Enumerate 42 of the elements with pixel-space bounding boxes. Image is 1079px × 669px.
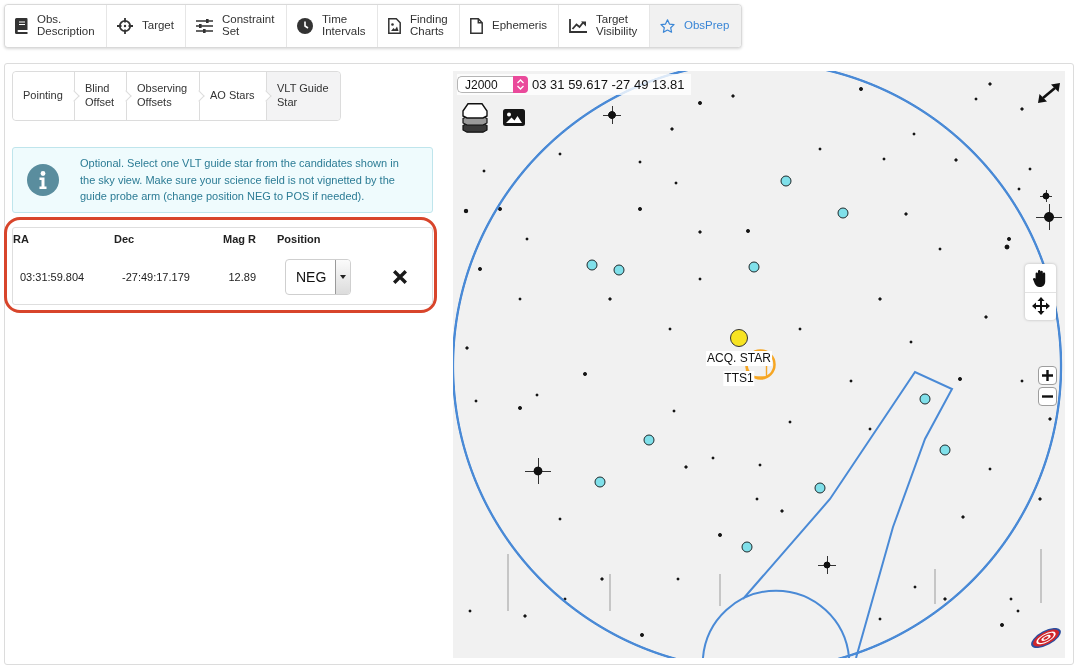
clock-icon bbox=[297, 18, 313, 34]
delete-button[interactable] bbox=[392, 269, 408, 285]
star-label: TTS1 bbox=[723, 371, 755, 386]
table-cell: 12.89 bbox=[228, 271, 256, 283]
coordinates-text: 03 31 59.617 -27 49 13.81 bbox=[532, 77, 685, 92]
tab[interactable]: Target Visibility bbox=[559, 5, 650, 47]
info-icon bbox=[27, 164, 59, 196]
tab[interactable]: Target bbox=[107, 5, 186, 47]
hand-icon bbox=[1033, 268, 1048, 287]
column-header: Mag R bbox=[223, 233, 256, 245]
column-header: Dec bbox=[114, 233, 135, 245]
star-label: ACQ. STAR bbox=[706, 351, 772, 366]
table-cell: -27:49:17.179 bbox=[122, 271, 190, 283]
tab[interactable]: Finding Charts bbox=[378, 5, 460, 47]
info-text: Optional. Select one VLT guide star from the candidates shown in the sky view. Make sure your science field is not vignetted by the guide probe arm (change position NEG to POS if needed). bbox=[80, 156, 400, 205]
move-icon bbox=[1031, 297, 1050, 316]
column-header: Position bbox=[277, 233, 321, 245]
close-icon bbox=[392, 269, 408, 285]
tab[interactable]: Obs. Description bbox=[5, 5, 107, 47]
tab[interactable]: Time Intervals bbox=[287, 5, 378, 47]
tab[interactable]: Constraint Set bbox=[186, 5, 287, 47]
plus-icon bbox=[1042, 370, 1053, 381]
image-icon[interactable] bbox=[503, 109, 525, 126]
crosshair-icon bbox=[117, 18, 133, 34]
sliders-icon bbox=[196, 19, 213, 33]
zoom-in-button[interactable] bbox=[1038, 366, 1057, 385]
table-cell: 03:31:59.804 bbox=[20, 271, 85, 283]
image-file-icon bbox=[388, 18, 401, 34]
caret-icon bbox=[340, 275, 346, 279]
frame-select[interactable]: J2000 bbox=[457, 76, 528, 93]
fullscreen-icon[interactable] bbox=[1038, 83, 1060, 103]
layers-icon[interactable] bbox=[462, 103, 488, 133]
tab[interactable]: Ephemeris bbox=[460, 5, 559, 47]
minus-icon bbox=[1042, 395, 1053, 398]
galaxy-logo bbox=[1031, 628, 1061, 648]
star-icon bbox=[660, 19, 675, 33]
file-icon bbox=[470, 18, 483, 34]
zoom-out-button[interactable] bbox=[1038, 387, 1057, 406]
line-chart-icon bbox=[569, 19, 587, 33]
column-header: RA bbox=[13, 233, 29, 245]
book-icon bbox=[15, 18, 28, 34]
position-select[interactable]: NEG bbox=[285, 259, 351, 295]
